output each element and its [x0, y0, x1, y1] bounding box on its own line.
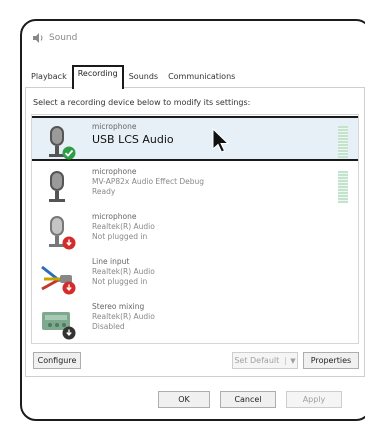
recording-panel: Select a recording device below to modif… [25, 87, 365, 377]
device-text: microphone USB LCS Audio [92, 122, 174, 147]
device-description: Realtek(R) Audio [92, 312, 155, 321]
configure-button[interactable]: Configure [33, 352, 81, 369]
device-name: Stereo mixing [92, 302, 145, 311]
tab-playback[interactable]: Playback [26, 68, 72, 87]
device-item-stereo-mixing[interactable]: Stereo mixing Realtek(R) Audio Disabled [32, 298, 358, 343]
device-description: Realtek(R) Audio [92, 222, 155, 231]
disabled-badge-icon [62, 326, 76, 340]
device-item-line-input[interactable]: Line input Realtek(R) Audio Not plugged … [32, 253, 358, 298]
device-name: microphone [92, 167, 137, 176]
device-text: Line input Realtek(R) Audio Not plugged … [92, 257, 155, 287]
device-name: microphone [92, 122, 137, 131]
device-item-usb-lcs-audio[interactable]: microphone USB LCS Audio [32, 116, 358, 161]
device-item-mv-ap82x[interactable]: microphone MV-AP82x Audio Effect Debug R… [32, 163, 358, 208]
device-status: Ready [92, 187, 116, 196]
device-status: Disabled [92, 322, 125, 331]
set-default-button[interactable]: Set Default ▼ [232, 352, 298, 369]
tab-recording[interactable]: Recording [71, 65, 124, 89]
device-text: microphone Realtek(R) Audio Not plugged … [92, 212, 155, 242]
set-default-dropdown-arrow[interactable]: ▼ [285, 356, 296, 365]
device-item-realtek-microphone[interactable]: microphone Realtek(R) Audio Not plugged … [32, 208, 358, 253]
device-list[interactable]: microphone USB LCS Audio microphone MV-A… [31, 114, 359, 344]
device-name: microphone [92, 212, 137, 221]
unplugged-badge-icon [62, 236, 76, 250]
tab-communications[interactable]: Communications [163, 68, 240, 87]
instruction-text: Select a recording device below to modif… [33, 98, 251, 107]
speaker-icon [33, 33, 43, 43]
microphone-icon [49, 171, 65, 202]
set-default-label: Set Default [234, 356, 280, 365]
device-text: Stereo mixing Realtek(R) Audio Disabled [92, 302, 155, 332]
title-bar: Sound [32, 30, 77, 46]
tab-bar: Playback Recording Sounds Communications [26, 65, 240, 89]
unplugged-badge-icon [62, 281, 76, 295]
level-meter [338, 171, 348, 203]
tab-sounds[interactable]: Sounds [124, 68, 163, 87]
device-status: Not plugged in [92, 277, 148, 286]
cancel-button[interactable]: Cancel [220, 391, 276, 408]
apply-button[interactable]: Apply [286, 391, 342, 408]
device-description: USB LCS Audio [92, 133, 174, 146]
sound-dialog: Sound Playback Recording Sounds Communic… [20, 19, 365, 421]
properties-button[interactable]: Properties [303, 352, 359, 369]
device-text: microphone MV-AP82x Audio Effect Debug R… [92, 167, 204, 197]
ok-button[interactable]: OK [158, 391, 210, 408]
device-name: Line input [92, 257, 130, 266]
window-title: Sound [49, 33, 78, 43]
default-device-check-icon [62, 146, 76, 160]
device-status: Not plugged in [92, 232, 148, 241]
device-description: Realtek(R) Audio [92, 267, 155, 276]
device-description: MV-AP82x Audio Effect Debug [92, 177, 205, 186]
mouse-pointer-icon [212, 128, 230, 153]
level-meter [338, 126, 348, 158]
